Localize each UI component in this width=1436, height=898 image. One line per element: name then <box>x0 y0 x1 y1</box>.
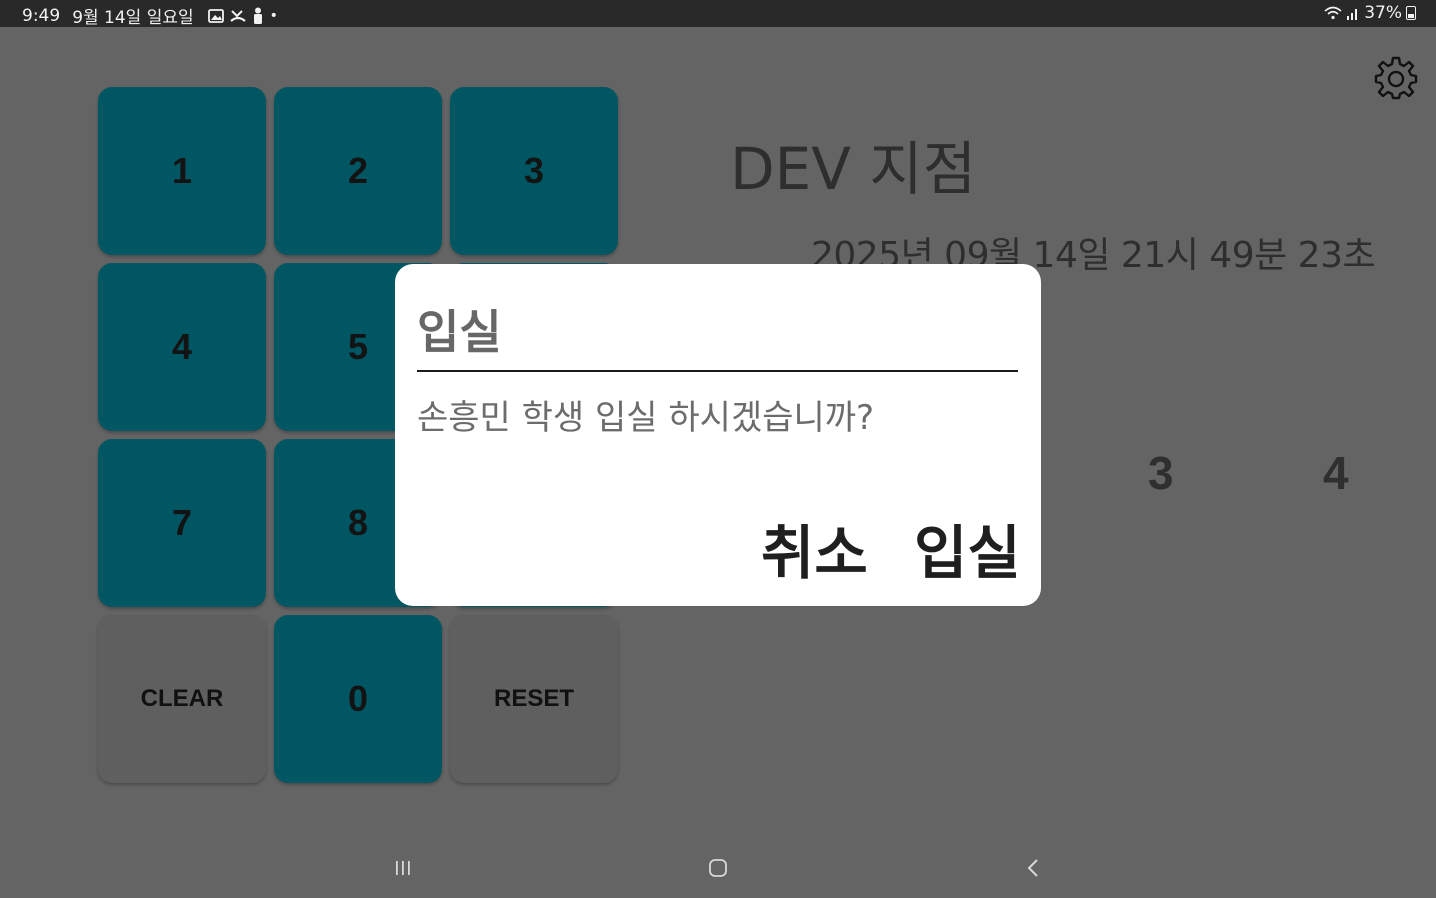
recent-apps-button[interactable] <box>383 852 423 884</box>
image-icon <box>207 8 224 23</box>
cancel-button[interactable]: 취소 <box>761 506 868 590</box>
clear-button[interactable]: CLEAR <box>98 615 266 783</box>
battery-percent: 37% <box>1364 3 1402 23</box>
home-button[interactable] <box>698 852 738 884</box>
branch-title: DEV 지점 <box>730 135 977 203</box>
reset-button[interactable]: RESET <box>450 615 618 783</box>
missed-call-icon <box>229 9 246 22</box>
key-3[interactable]: 3 <box>450 87 618 255</box>
back-icon <box>1027 859 1038 877</box>
key-7[interactable]: 7 <box>98 439 266 607</box>
back-button[interactable] <box>1013 852 1053 884</box>
person-icon <box>253 7 262 24</box>
signal-icon <box>1347 9 1358 20</box>
counter-value: 3 <box>1148 447 1174 499</box>
dialog-message: 손흥민 학생 입실 하시겠습니까? <box>417 398 875 438</box>
status-date: 9월 14일 일요일 <box>72 8 194 28</box>
key-0[interactable]: 0 <box>274 615 442 783</box>
status-bar: 9:49 9월 14일 일요일 • 37% <box>0 0 1436 28</box>
counter-value: 4 <box>1323 447 1349 499</box>
battery-icon <box>1406 6 1416 20</box>
check-in-dialog: 입실 손흥민 학생 입실 하시겠습니까? 취소 입실 <box>395 264 1041 606</box>
key-1[interactable]: 1 <box>98 87 266 255</box>
navigation-bar <box>0 838 1436 898</box>
dialog-title: 입실 <box>417 305 502 359</box>
confirm-check-in-button[interactable]: 입실 <box>914 506 1021 590</box>
home-icon <box>709 859 727 877</box>
key-2[interactable]: 2 <box>274 87 442 255</box>
wifi-icon <box>1324 6 1342 20</box>
status-time: 9:49 <box>22 5 61 26</box>
dialog-divider <box>417 370 1018 372</box>
key-4[interactable]: 4 <box>98 263 266 431</box>
notification-dot: • <box>269 7 278 24</box>
recent-apps-icon <box>396 861 410 875</box>
gear-icon[interactable] <box>1372 54 1420 102</box>
